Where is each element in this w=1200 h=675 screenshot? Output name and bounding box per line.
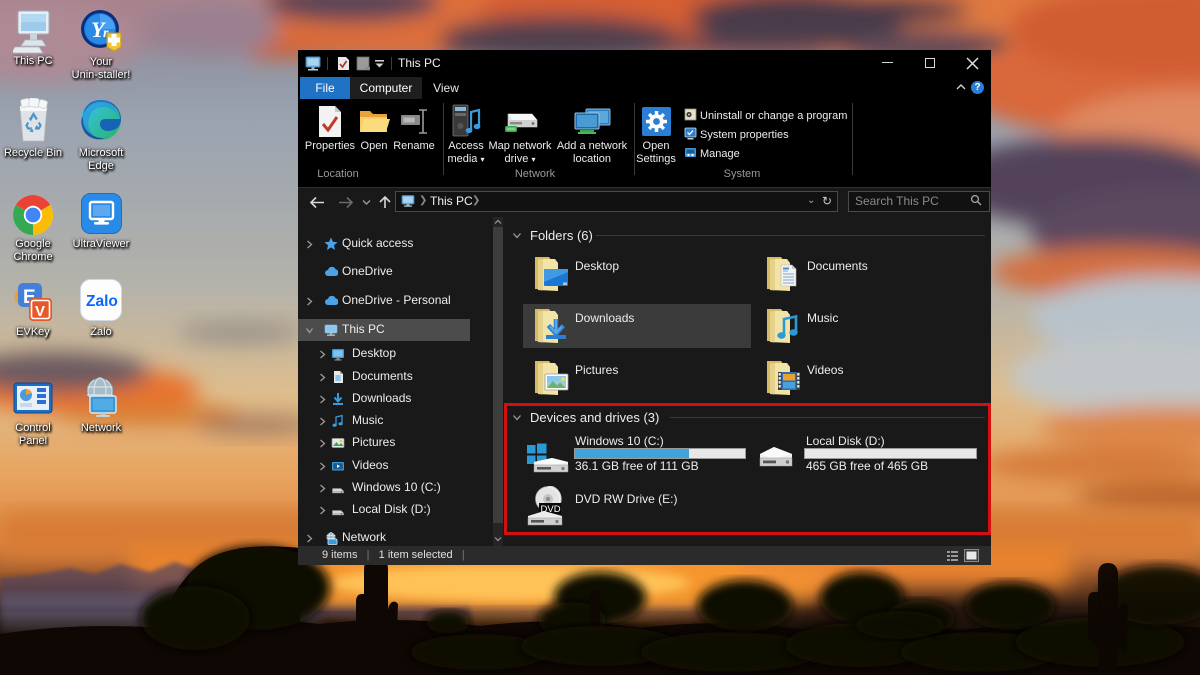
- svg-text:V: V: [35, 303, 45, 320]
- svg-text:Zalo: Zalo: [86, 293, 118, 310]
